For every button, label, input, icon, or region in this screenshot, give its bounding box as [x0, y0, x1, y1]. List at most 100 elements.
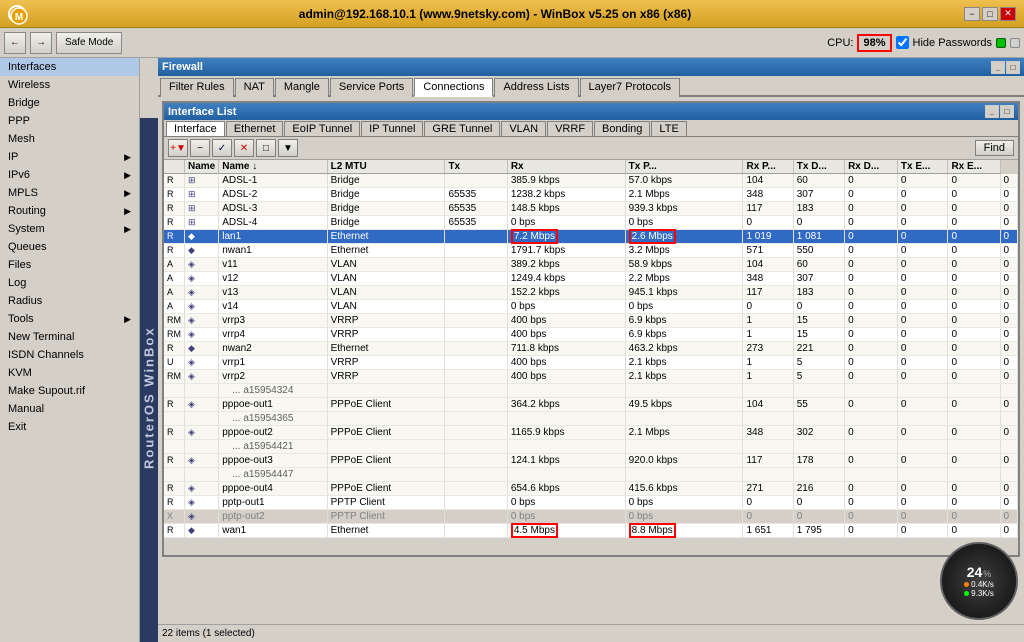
enable-button[interactable]: ✓: [212, 139, 232, 157]
col-header-0[interactable]: [164, 160, 185, 174]
table-row[interactable]: A◈v13VLAN152.2 kbps945.1 kbps1171830000: [164, 286, 1018, 300]
col-header-11[interactable]: Rx E...: [948, 160, 1000, 174]
sidebar-item-isdn-channels[interactable]: ISDN Channels: [0, 346, 139, 364]
table-row[interactable]: RM◈vrrp4VRRP400 bps6.9 kbps1150000: [164, 328, 1018, 342]
table-row[interactable]: U◈vrrp1VRRP400 bps2.1 kbps150000: [164, 356, 1018, 370]
firewall-min-button[interactable]: _: [991, 61, 1005, 74]
sub-tab-interface[interactable]: Interface: [166, 121, 225, 136]
maximize-button[interactable]: □: [982, 7, 998, 21]
tab-service-ports[interactable]: Service Ports: [330, 78, 413, 97]
sub-tab-ethernet[interactable]: Ethernet: [226, 121, 284, 136]
row-rx: 463.2 kbps: [625, 342, 743, 356]
tab-mangle[interactable]: Mangle: [275, 78, 329, 97]
sidebar-item-tools[interactable]: Tools▶: [0, 310, 139, 328]
sub-tab-vrrf[interactable]: VRRF: [547, 121, 593, 136]
col-header-9[interactable]: Rx D...: [845, 160, 898, 174]
table-row[interactable]: RM◈vrrp3VRRP400 bps6.9 kbps1150000: [164, 314, 1018, 328]
filter-button[interactable]: ▼: [278, 139, 298, 157]
sidebar-item-ip[interactable]: IP▶: [0, 148, 139, 166]
table-row[interactable]: A◈v11VLAN389.2 kbps58.9 kbps104600000: [164, 258, 1018, 272]
table-row[interactable]: X◈pptp-out2PPTP Client0 bps0 bps000000: [164, 510, 1018, 524]
table-row[interactable]: R◆lan1Ethernet7.2 Mbps2.6 Mbps1 0191 081…: [164, 230, 1018, 244]
forward-button[interactable]: →: [30, 32, 52, 54]
tab-layer7[interactable]: Layer7 Protocols: [580, 78, 681, 97]
iface-max-button[interactable]: □: [1000, 105, 1014, 118]
sidebar-item-wireless[interactable]: Wireless: [0, 76, 139, 94]
sidebar-item-system[interactable]: System▶: [0, 220, 139, 238]
back-button[interactable]: ←: [4, 32, 26, 54]
minimize-button[interactable]: −: [964, 7, 980, 21]
col-header-3[interactable]: L2 MTU: [327, 160, 445, 174]
col-header-7[interactable]: Rx P...: [743, 160, 793, 174]
table-row[interactable]: R◈pppoe-out1PPPoE Client364.2 kbps49.5 k…: [164, 398, 1018, 412]
table-row[interactable]: R⊞ADSL-4Bridge655350 bps0 bps000000: [164, 216, 1018, 230]
sidebar-item-bridge[interactable]: Bridge: [0, 94, 139, 112]
col-header-8[interactable]: Tx D...: [793, 160, 844, 174]
col-header-5[interactable]: Rx: [507, 160, 625, 174]
sidebar-item-ipv6[interactable]: IPv6▶: [0, 166, 139, 184]
iface-min-button[interactable]: _: [985, 105, 999, 118]
table-row[interactable]: R◈pptp-out1PPTP Client0 bps0 bps000000: [164, 496, 1018, 510]
table-row[interactable]: RM◈vrrp2VRRP400 bps2.1 kbps150000: [164, 370, 1018, 384]
sub-tab-lte[interactable]: LTE: [651, 121, 686, 136]
sub-tab-gre[interactable]: GRE Tunnel: [424, 121, 500, 136]
col-header-10[interactable]: Tx E...: [897, 160, 948, 174]
add-button[interactable]: +▼: [168, 139, 188, 157]
table-row[interactable]: ... a15954324: [164, 384, 1018, 398]
cpu-checkbox[interactable]: [896, 36, 909, 49]
sidebar-item-manual[interactable]: Manual: [0, 400, 139, 418]
disable-button[interactable]: ✕: [234, 139, 254, 157]
col-header-2[interactable]: Name ↓: [219, 160, 327, 174]
table-row[interactable]: R⊞ADSL-3Bridge65535148.5 kbps939.3 kbps1…: [164, 202, 1018, 216]
table-row[interactable]: ... a15954421: [164, 440, 1018, 454]
table-row[interactable]: R⊞ADSL-1Bridge385.9 kbps57.0 kbps1046000…: [164, 174, 1018, 188]
tab-nat[interactable]: NAT: [235, 78, 274, 97]
sidebar-item-routing[interactable]: Routing▶: [0, 202, 139, 220]
table-row[interactable]: R◈pppoe-out4PPPoE Client654.6 kbps415.6 …: [164, 482, 1018, 496]
table-row[interactable]: R◆nwan2Ethernet711.8 kbps463.2 kbps27322…: [164, 342, 1018, 356]
sidebar-item-kvm[interactable]: KVM: [0, 364, 139, 382]
sidebar-item-make-supout[interactable]: Make Supout.rif: [0, 382, 139, 400]
safe-mode-button[interactable]: Safe Mode: [56, 32, 122, 54]
table-row[interactable]: A◈v14VLAN0 bps0 bps000000: [164, 300, 1018, 314]
tab-address-lists[interactable]: Address Lists: [494, 78, 578, 97]
table-scroll-area[interactable]: NameName ↓L2 MTUTxRxTx P...Rx P...Tx D..…: [164, 160, 1018, 555]
table-row[interactable]: A◈v12VLAN1249.4 kbps2.2 Mbps3483070000: [164, 272, 1018, 286]
sidebar-item-log[interactable]: Log: [0, 274, 139, 292]
sidebar-item-radius[interactable]: Radius: [0, 292, 139, 310]
firewall-max-button[interactable]: □: [1006, 61, 1020, 74]
table-row[interactable]: R◆wan1Ethernet4.5 Mbps8.8 Mbps1 6511 795…: [164, 524, 1018, 538]
col-header-1[interactable]: Name: [185, 160, 219, 174]
row-rxp: 60: [793, 258, 844, 272]
table-row[interactable]: R◈pppoe-out3PPPoE Client124.1 kbps920.0 …: [164, 454, 1018, 468]
sidebar-item-files[interactable]: Files: [0, 256, 139, 274]
row-rx: 57.0 kbps: [625, 174, 743, 188]
sub-tab-eoip[interactable]: EoIP Tunnel: [284, 121, 360, 136]
sidebar-item-queues[interactable]: Queues: [0, 238, 139, 256]
sidebar-item-exit[interactable]: Exit: [0, 418, 139, 436]
table-row[interactable]: ... a15954365: [164, 412, 1018, 426]
remove-button[interactable]: −: [190, 139, 210, 157]
sidebar-item-new-terminal[interactable]: New Terminal: [0, 328, 139, 346]
sidebar-item-mesh[interactable]: Mesh: [0, 130, 139, 148]
col-header-4[interactable]: Tx: [445, 160, 507, 174]
find-button[interactable]: Find: [975, 140, 1014, 156]
row-tx: 148.5 kbps: [507, 202, 625, 216]
table-row[interactable]: R◈pppoe-out2PPPoE Client1165.9 kbps2.1 M…: [164, 426, 1018, 440]
sidebar-item-ppp[interactable]: PPP: [0, 112, 139, 130]
table-row[interactable]: R⊞ADSL-2Bridge655351238.2 kbps2.1 Mbps34…: [164, 188, 1018, 202]
comment-button[interactable]: □: [256, 139, 276, 157]
col-header-6[interactable]: Tx P...: [625, 160, 743, 174]
tab-filter-rules[interactable]: Filter Rules: [160, 78, 234, 97]
sidebar-item-mpls[interactable]: MPLS▶: [0, 184, 139, 202]
row-txp: 117: [743, 202, 793, 216]
close-button[interactable]: ✕: [1000, 7, 1016, 21]
sidebar-item-interfaces[interactable]: Interfaces: [0, 58, 139, 76]
sub-tab-ip-tunnel[interactable]: IP Tunnel: [361, 121, 423, 136]
tab-connections[interactable]: Connections: [414, 78, 493, 97]
sub-tab-vlan[interactable]: VLAN: [501, 121, 546, 136]
sub-tab-bonding[interactable]: Bonding: [594, 121, 650, 136]
table-row[interactable]: ... a15954447: [164, 468, 1018, 482]
table-row[interactable]: R◆nwan1Ethernet1791.7 kbps3.2 Mbps571550…: [164, 244, 1018, 258]
row-txe: [948, 412, 1000, 426]
